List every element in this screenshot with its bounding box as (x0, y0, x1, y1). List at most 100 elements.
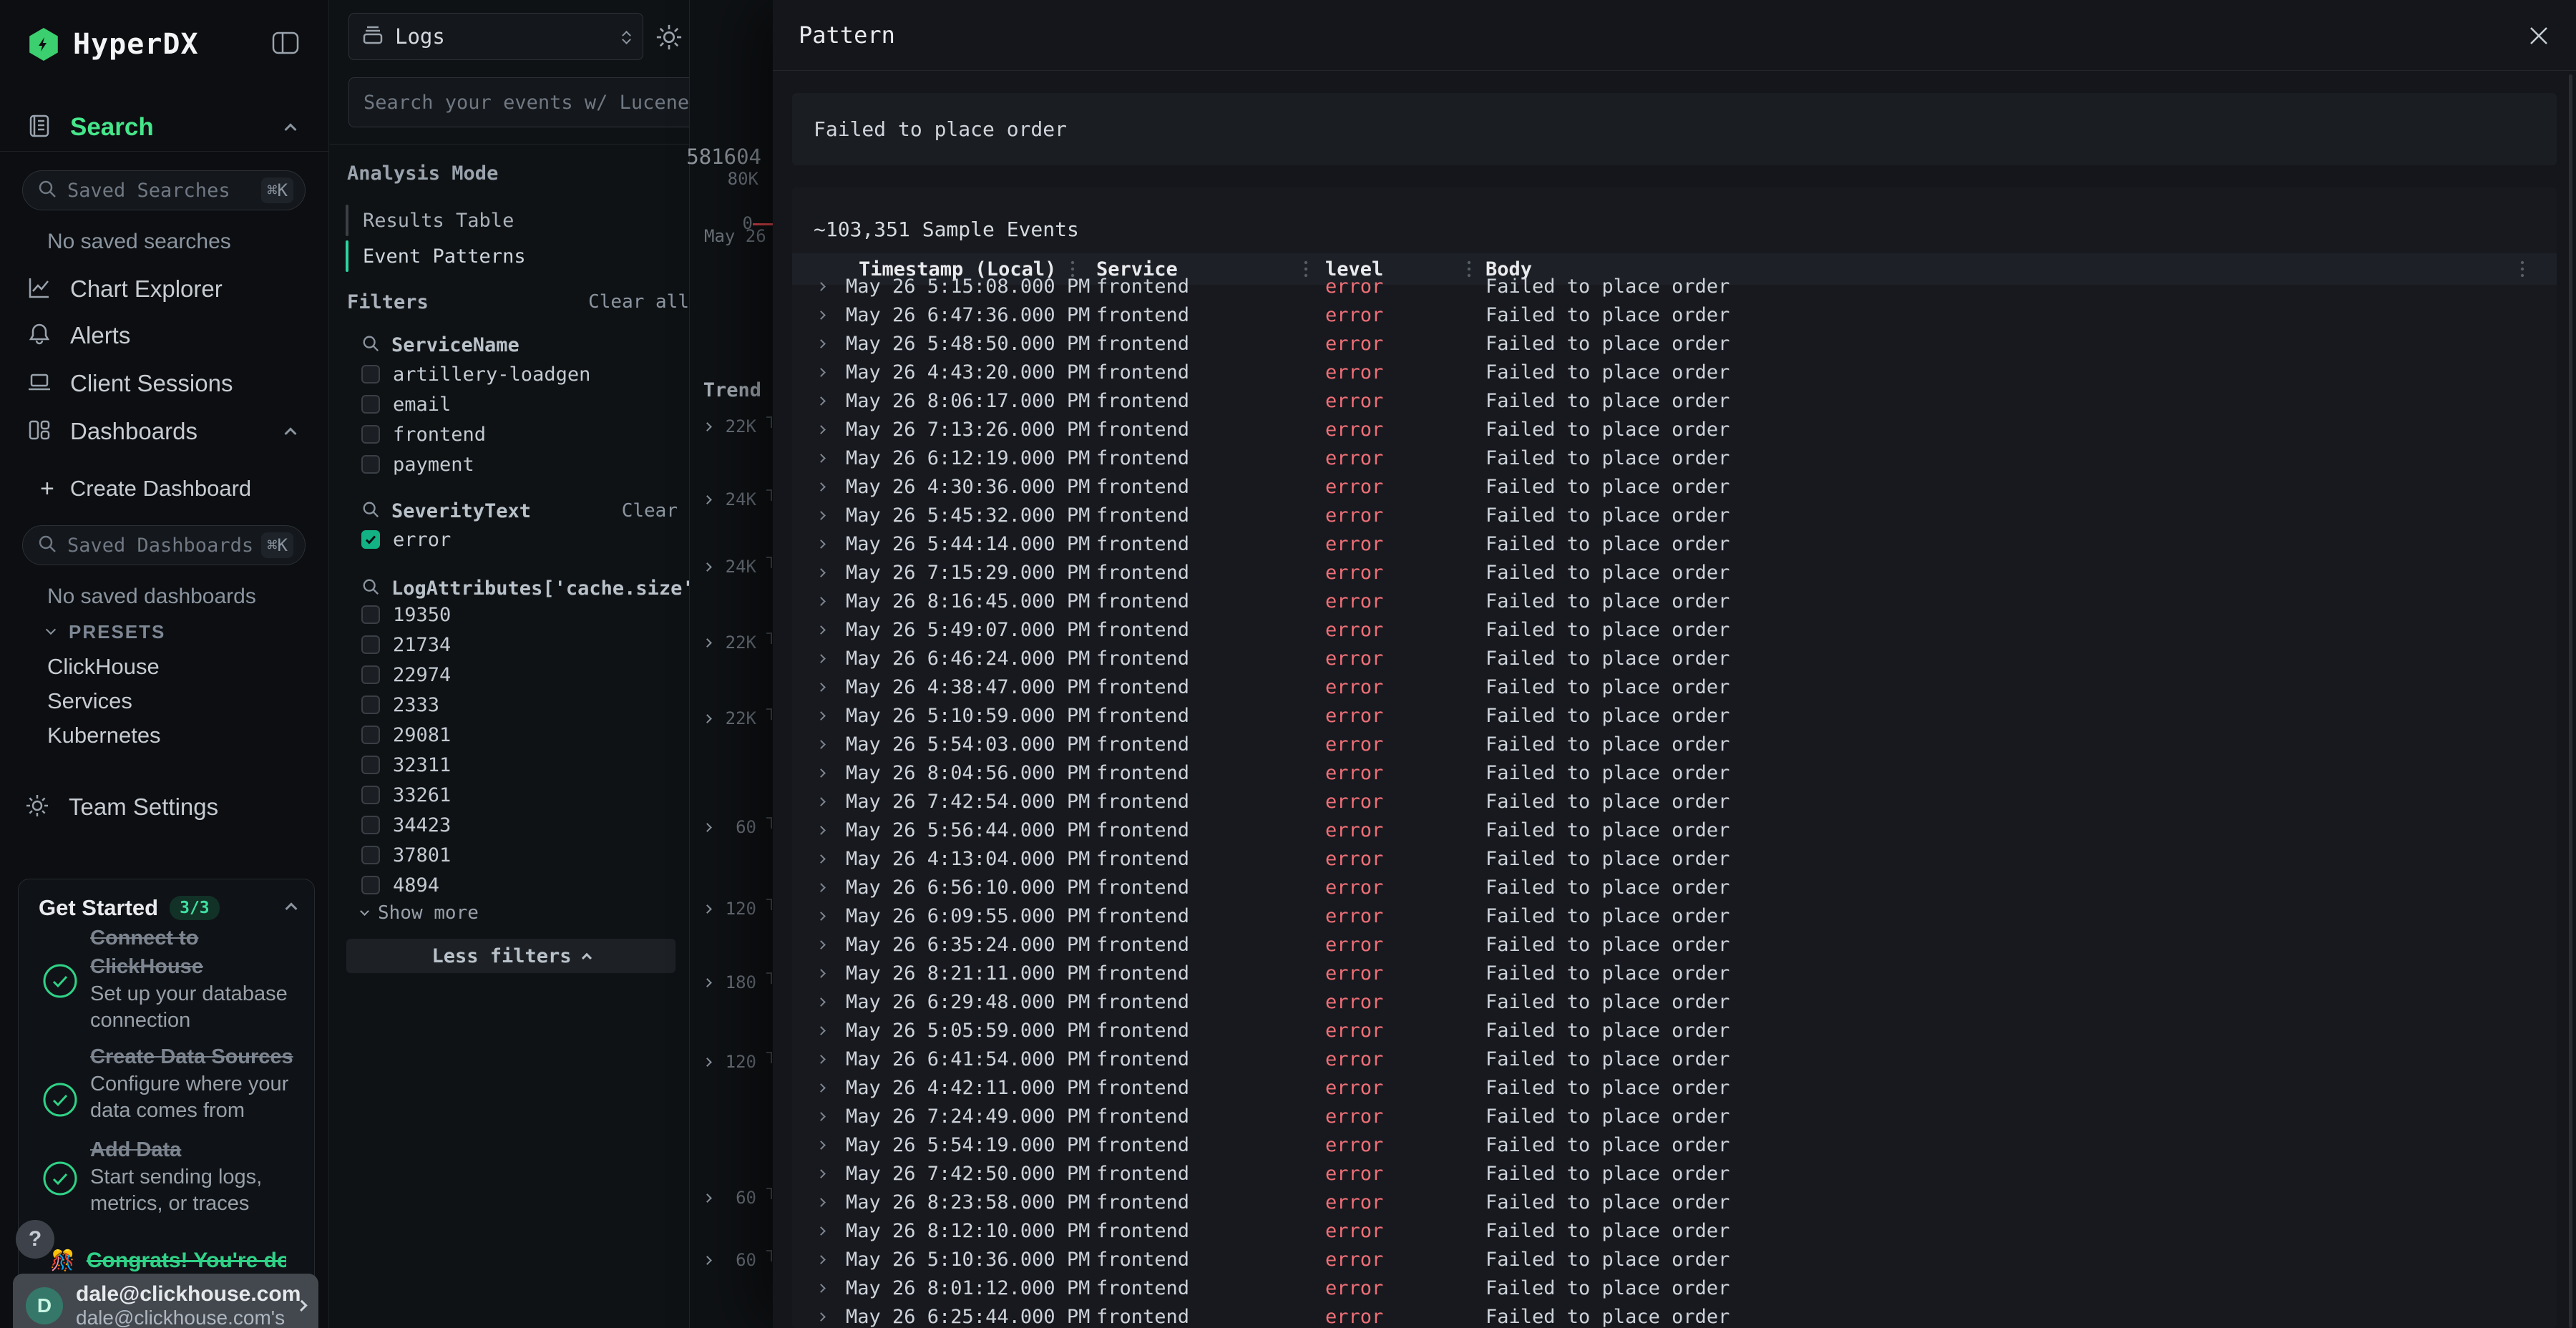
expand-row-chevron-icon[interactable] (818, 1188, 824, 1216)
close-icon[interactable] (2516, 13, 2562, 59)
table-row[interactable]: May 26 4:43:20.000 PM frontend error Fai… (792, 358, 2557, 386)
filter-option[interactable]: 2333 (361, 690, 451, 720)
expand-row-chevron-icon[interactable] (818, 701, 824, 730)
table-row[interactable]: May 26 6:25:44.000 PM frontend error Fai… (792, 1302, 2557, 1328)
pattern-row-fragment[interactable]: 22K (690, 704, 774, 733)
expand-chevron-icon[interactable] (703, 562, 712, 572)
show-more-link[interactable]: Show more (361, 899, 479, 927)
pattern-row-fragment[interactable]: 60 (690, 1183, 774, 1212)
checkbox[interactable] (361, 455, 380, 474)
filter-option[interactable]: 34423 (361, 810, 451, 840)
user-menu[interactable]: D dale@clickhouse.com dale@clickhouse.co… (13, 1274, 318, 1328)
source-select[interactable]: Logs (348, 13, 643, 60)
table-row[interactable]: May 26 8:23:58.000 PM frontend error Fai… (792, 1188, 2557, 1216)
expand-row-chevron-icon[interactable] (818, 329, 824, 358)
table-row[interactable]: May 26 8:04:56.000 PM frontend error Fai… (792, 758, 2557, 787)
table-row[interactable]: May 26 5:44:14.000 PM frontend error Fai… (792, 529, 2557, 558)
clear-all-link[interactable]: Clear all (588, 291, 689, 313)
chevron-up-icon[interactable] (286, 902, 298, 914)
filter-option-error[interactable]: error (361, 524, 451, 555)
pattern-row-fragment[interactable]: 60 (690, 1246, 774, 1274)
expand-chevron-icon[interactable] (703, 978, 712, 987)
mode-results-table[interactable]: Results Table (346, 204, 646, 237)
table-row[interactable]: May 26 4:30:36.000 PM frontend error Fai… (792, 472, 2557, 501)
filter-option[interactable]: email (361, 389, 590, 419)
expand-row-chevron-icon[interactable] (818, 1302, 824, 1328)
expand-row-chevron-icon[interactable] (818, 501, 824, 529)
table-row[interactable]: May 26 5:10:36.000 PM frontend error Fai… (792, 1245, 2557, 1274)
table-row[interactable]: May 26 5:10:59.000 PM frontend error Fai… (792, 701, 2557, 730)
expand-row-chevron-icon[interactable] (818, 415, 824, 444)
filter-option[interactable]: 21734 (361, 630, 451, 660)
table-row[interactable]: May 26 8:01:12.000 PM frontend error Fai… (792, 1274, 2557, 1302)
search-icon[interactable] (361, 577, 380, 600)
mode-event-patterns[interactable]: Event Patterns (346, 240, 646, 273)
saved-searches-search[interactable]: ⌘K (22, 170, 306, 210)
expand-chevron-icon[interactable] (703, 422, 712, 431)
expand-row-chevron-icon[interactable] (818, 1159, 824, 1188)
pattern-row-fragment[interactable]: 60 (690, 813, 774, 841)
filter-option[interactable]: 22974 (361, 660, 451, 690)
help-button[interactable]: ? (16, 1220, 54, 1259)
filter-option[interactable]: 32311 (361, 750, 451, 780)
checkbox[interactable] (361, 816, 380, 834)
sidebar-item-dashboards[interactable]: Dashboards (0, 416, 329, 447)
expand-row-chevron-icon[interactable] (818, 587, 824, 615)
expand-row-chevron-icon[interactable] (818, 1131, 824, 1159)
pattern-row-fragment[interactable]: 22K (690, 412, 774, 441)
expand-chevron-icon[interactable] (703, 1058, 712, 1067)
scrollbar[interactable] (2569, 74, 2572, 1328)
expand-row-chevron-icon[interactable] (818, 1073, 824, 1102)
expand-row-chevron-icon[interactable] (818, 444, 824, 472)
filter-option[interactable]: 37801 (361, 840, 451, 870)
expand-row-chevron-icon[interactable] (818, 472, 824, 501)
checkbox[interactable] (361, 756, 380, 774)
table-row[interactable]: May 26 7:24:49.000 PM frontend error Fai… (792, 1102, 2557, 1131)
expand-row-chevron-icon[interactable] (818, 816, 824, 844)
clear-link[interactable]: Clear (622, 500, 678, 522)
saved-searches-input[interactable] (67, 180, 261, 202)
chevron-up-icon[interactable] (285, 123, 297, 135)
table-row[interactable]: May 26 6:35:24.000 PM frontend error Fai… (792, 930, 2557, 959)
expand-row-chevron-icon[interactable] (818, 615, 824, 644)
expand-chevron-icon[interactable] (703, 1256, 712, 1265)
sidebar-item-clickhouse[interactable]: ClickHouse (0, 651, 329, 683)
expand-row-chevron-icon[interactable] (818, 386, 824, 415)
table-row[interactable]: May 26 6:29:48.000 PM frontend error Fai… (792, 987, 2557, 1016)
table-row[interactable]: May 26 5:54:03.000 PM frontend error Fai… (792, 730, 2557, 758)
checkbox[interactable] (361, 726, 380, 744)
checkbox[interactable] (361, 395, 380, 414)
table-row[interactable]: May 26 7:42:50.000 PM frontend error Fai… (792, 1159, 2557, 1188)
filter-option[interactable]: payment (361, 449, 590, 479)
checkbox-checked[interactable] (361, 530, 380, 549)
collapse-sidebar-icon[interactable] (272, 31, 299, 58)
pattern-row-fragment[interactable]: 120 (690, 1048, 774, 1076)
expand-row-chevron-icon[interactable] (818, 673, 824, 701)
table-row[interactable]: May 26 6:46:24.000 PM frontend error Fai… (792, 644, 2557, 673)
expand-row-chevron-icon[interactable] (818, 529, 824, 558)
filter-option[interactable]: 4894 (361, 870, 451, 900)
checkbox[interactable] (361, 635, 380, 654)
search-icon[interactable] (361, 500, 380, 522)
table-row[interactable]: May 26 5:49:07.000 PM frontend error Fai… (792, 615, 2557, 644)
less-filters-button[interactable]: Less filters (346, 939, 675, 973)
table-row[interactable]: May 26 6:41:54.000 PM frontend error Fai… (792, 1045, 2557, 1073)
sidebar-item-alerts[interactable]: Alerts (0, 320, 329, 351)
checkbox[interactable] (361, 876, 380, 894)
expand-row-chevron-icon[interactable] (818, 558, 824, 587)
sidebar-item-team-settings[interactable]: Team Settings (0, 791, 329, 823)
filter-option[interactable]: 29081 (361, 720, 451, 750)
checkbox[interactable] (361, 605, 380, 624)
table-row[interactable]: May 26 5:45:32.000 PM frontend error Fai… (792, 501, 2557, 529)
filter-option[interactable]: 33261 (361, 780, 451, 810)
expand-row-chevron-icon[interactable] (818, 1016, 824, 1045)
expand-row-chevron-icon[interactable] (818, 787, 824, 816)
pattern-row-fragment[interactable]: 22K (690, 628, 774, 657)
table-row[interactable]: May 26 6:47:36.000 PM frontend error Fai… (792, 301, 2557, 329)
checkbox[interactable] (361, 786, 380, 804)
expand-row-chevron-icon[interactable] (818, 1216, 824, 1245)
chevron-up-icon[interactable] (285, 427, 297, 439)
sidebar-item-kubernetes[interactable]: Kubernetes (0, 720, 329, 751)
table-row[interactable]: May 26 5:54:19.000 PM frontend error Fai… (792, 1131, 2557, 1159)
table-row[interactable]: May 26 6:09:55.000 PM frontend error Fai… (792, 902, 2557, 930)
